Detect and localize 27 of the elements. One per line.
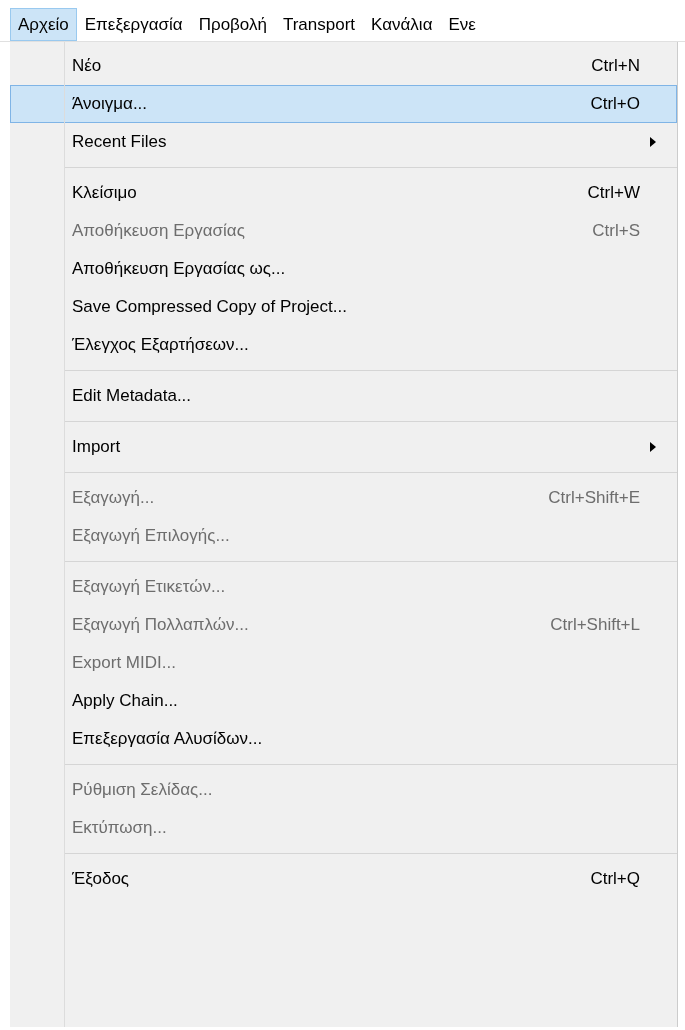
submenu-arrow-icon [650, 442, 656, 452]
menu-item[interactable]: Edit Metadata... [10, 377, 677, 415]
menu-item[interactable]: Αποθήκευση Εργασίας ως... [10, 250, 677, 288]
menu-item[interactable]: Άνοιγμα... Ctrl+O [10, 85, 677, 123]
shortcut-label: Ctrl+Q [590, 868, 640, 891]
shortcut-label: Ctrl+W [587, 182, 640, 205]
shortcut-label: Ctrl+Shift+E [548, 487, 640, 510]
menu-item[interactable]: Νέο Ctrl+N [10, 47, 677, 85]
menu-item[interactable]: Κλείσιμο Ctrl+W [10, 174, 677, 212]
menu-bar-item[interactable]: Προβολή [190, 8, 275, 41]
menu-bar-item[interactable]: Επεξεργασία [76, 8, 191, 41]
menu-bar-item[interactable]: Transport [274, 8, 364, 41]
shortcut-label: Ctrl+O [590, 93, 640, 116]
menu-bar-item[interactable]: Κανάλια [363, 8, 441, 41]
shortcut-label: Ctrl+N [591, 55, 640, 78]
submenu-arrow-icon [650, 137, 656, 147]
menu-bar-item[interactable]: Αρχείο [10, 8, 77, 41]
menu-bar-item[interactable]: Ενε [440, 8, 484, 41]
shortcut-label: Ctrl+Shift+L [550, 614, 640, 637]
menu-item[interactable]: Save Compressed Copy of Project... [10, 288, 677, 326]
shortcut-label: Ctrl+S [592, 220, 640, 243]
menu-item[interactable]: Έξοδος Ctrl+Q [10, 860, 677, 898]
menu-item[interactable]: Import [10, 428, 677, 466]
menu-item[interactable]: Recent Files [10, 123, 677, 161]
menu-item[interactable]: Έλεγχος Εξαρτήσεων... [10, 326, 677, 364]
menu-item[interactable]: Επεξεργασία Αλυσίδων... [10, 720, 677, 758]
menu-item[interactable]: Apply Chain... [10, 682, 677, 720]
